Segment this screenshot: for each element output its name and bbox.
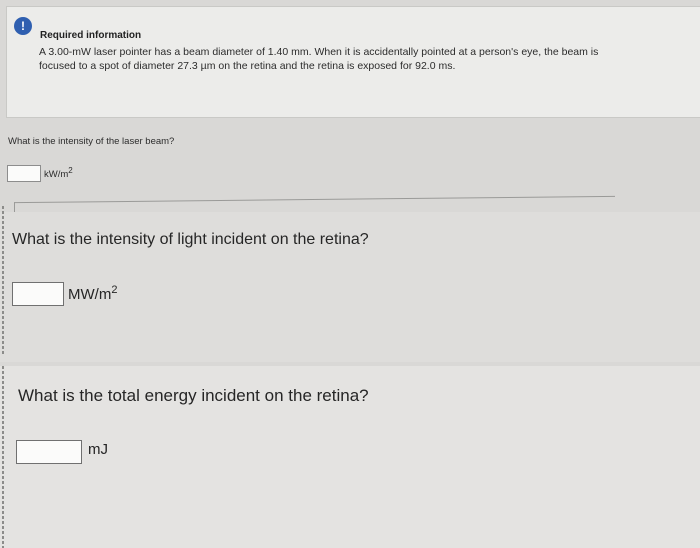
- answer-1-input[interactable]: [7, 165, 41, 182]
- question-3-text: What is the total energy incident on the…: [18, 386, 369, 405]
- answer-2-input[interactable]: [12, 282, 64, 306]
- answer-3-input[interactable]: [16, 440, 82, 464]
- info-title: Required information: [40, 30, 142, 41]
- dotted-border-left-2: [2, 206, 4, 354]
- answer-1-unit-base: kW/m: [44, 169, 69, 181]
- answer-1-unit: kW/m2: [44, 166, 73, 180]
- dotted-border-left-3: [2, 366, 4, 548]
- info-body-line-1: A 3.00-mW laser pointer has a beam diame…: [39, 46, 599, 58]
- answer-3-unit: mJ: [88, 441, 108, 458]
- answer-1-unit-exp: 2: [68, 166, 73, 175]
- answer-1-row: kW/m2: [7, 165, 73, 182]
- answer-2-unit-base: MW/m: [68, 286, 112, 303]
- answer-2-unit: MW/m2: [68, 284, 117, 303]
- question-1-text: What is the intensity of the laser beam?: [8, 136, 175, 147]
- answer-3-row: mJ: [16, 440, 108, 464]
- info-body-line-2: focused to a spot of diameter 27.3 µm on…: [39, 60, 456, 72]
- answer-2-row: MW/m2: [12, 282, 117, 306]
- answer-2-unit-exp: 2: [111, 284, 118, 296]
- exclamation-icon: !: [14, 17, 32, 35]
- question-2-text: What is the intensity of light incident …: [12, 231, 369, 248]
- info-body: A 3.00-mW laser pointer has a beam diame…: [39, 45, 679, 73]
- required-information-card: ! Required information A 3.00-mW laser p…: [6, 6, 700, 118]
